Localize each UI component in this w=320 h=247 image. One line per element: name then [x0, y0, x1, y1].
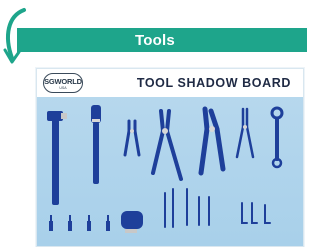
- title-banner: Tools: [17, 28, 307, 52]
- bolt-cutter-icon: [151, 109, 183, 181]
- hammer-icon: [47, 111, 67, 205]
- hex-keys-icon: [164, 188, 271, 228]
- needle-nose-pliers-icon: [235, 107, 255, 159]
- tool-shadow-board: SGWORLD USA TOOL SHADOW BOARD: [36, 68, 304, 247]
- screwdriver-icon: [91, 105, 101, 184]
- wrench-icon: [270, 106, 284, 169]
- tools-layer: [47, 105, 284, 233]
- small-screwdrivers-icon: [49, 215, 110, 231]
- multigrip-pliers-icon: [198, 106, 226, 176]
- page-title: Tools: [135, 31, 175, 49]
- pliers-icon: [123, 119, 141, 157]
- tape-measure-icon: [121, 211, 143, 233]
